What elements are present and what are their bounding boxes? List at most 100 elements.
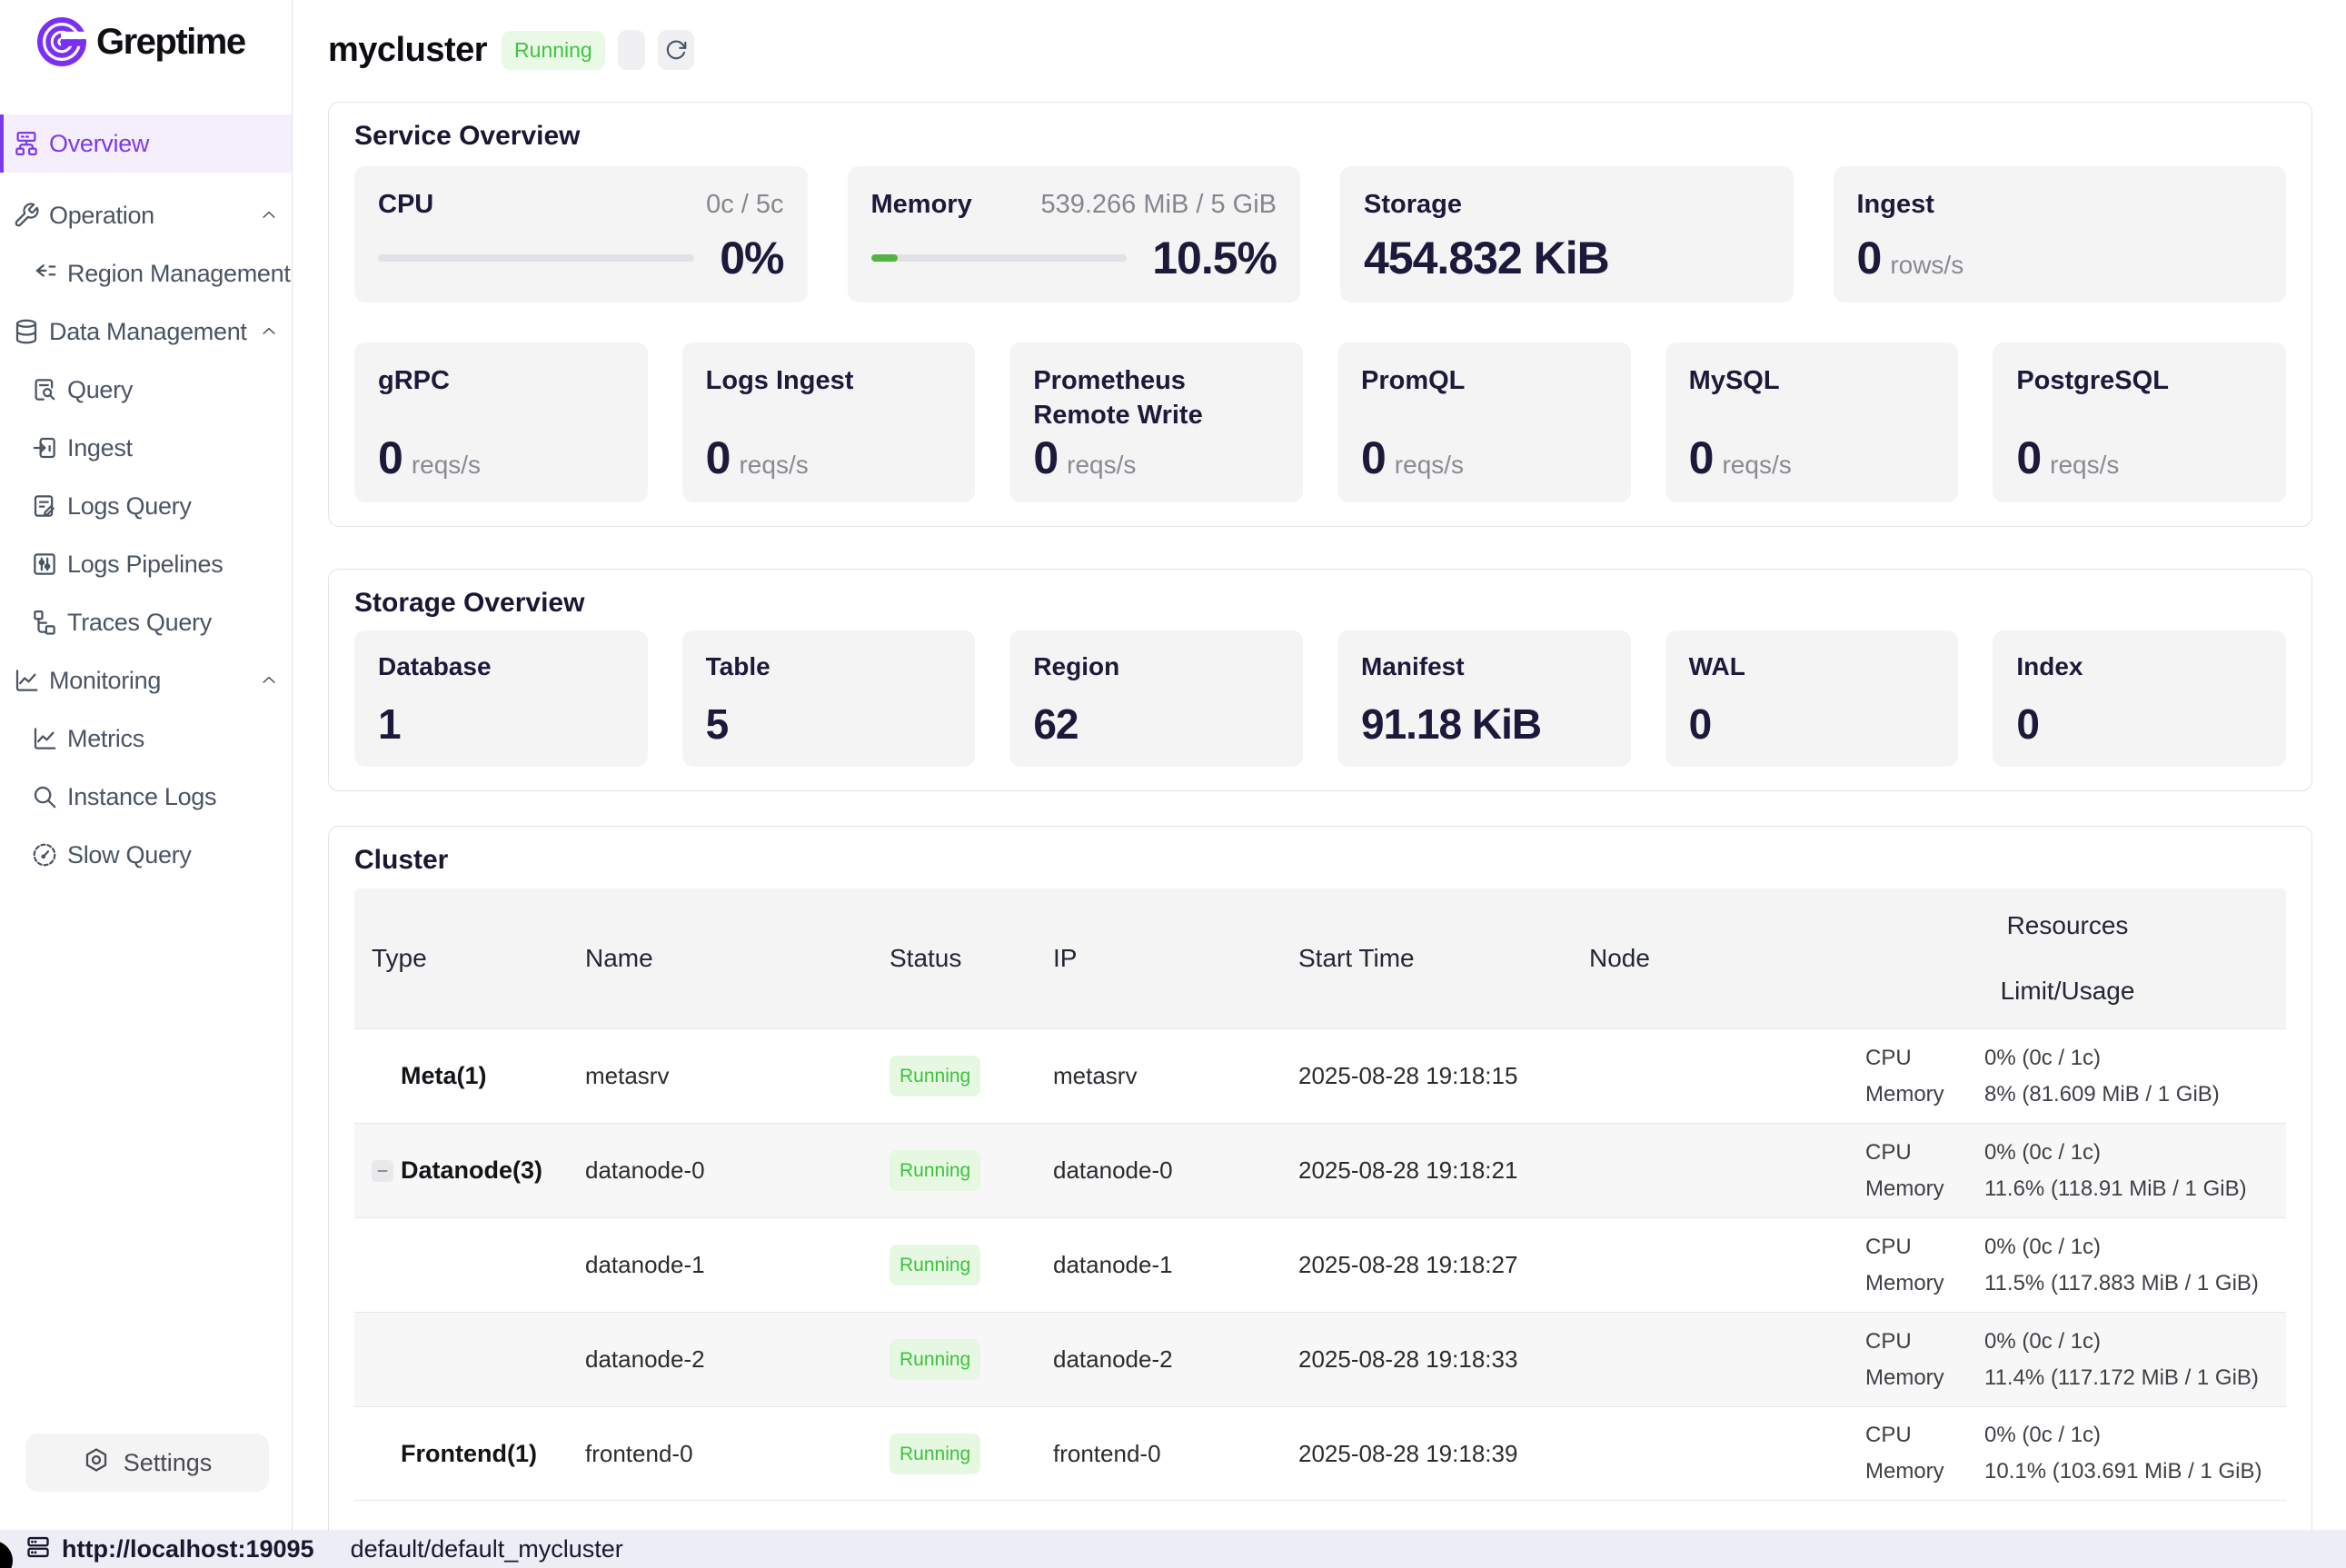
row-start-time: 2025-08-28 19:18:21 — [1286, 1156, 1576, 1185]
cluster-row-datanode-0: Datanode(3)datanode-0Runningdatanode-020… — [354, 1123, 2286, 1217]
rate-label: Prometheus Remote Write — [1033, 364, 1279, 432]
stat-tile-cpu: CPU0c / 5c0% — [354, 166, 808, 303]
service-stats-row: CPU0c / 5c0%Memory539.266 MiB / 5 GiB10.… — [354, 166, 2286, 303]
storage-tile-label: Manifest — [1361, 652, 1607, 681]
search-icon — [31, 783, 58, 810]
storage-tile-label: Region — [1033, 652, 1279, 681]
sidebar-item-metrics[interactable]: Metrics — [0, 710, 292, 768]
row-ip: datanode-0 — [1040, 1156, 1286, 1185]
sidebar-item-instance-logs[interactable]: Instance Logs — [0, 768, 292, 826]
sidebar-item-overview[interactable]: Overview — [0, 114, 292, 173]
sidebar-item-label: Operation — [49, 202, 154, 230]
cluster-row-frontend-0: Frontend(1)frontend-0Runningfrontend-020… — [354, 1406, 2286, 1501]
sidebar-item-operation[interactable]: Operation — [0, 186, 292, 244]
sidebar-item-ingest[interactable]: Ingest — [0, 419, 292, 477]
sidebar: Greptime Overview Operation Region Managem… — [0, 0, 293, 1568]
chevron-up-icon[interactable] — [260, 671, 278, 690]
refresh-button[interactable] — [658, 30, 694, 70]
brand: Greptime — [0, 0, 292, 67]
rate-value: 0 — [706, 435, 731, 481]
row-name: metasrv — [572, 1062, 877, 1090]
stat-limit: 0c / 5c — [706, 188, 783, 223]
sidebar-item-label: Ingest — [67, 434, 133, 462]
storage-tile-region: Region62 — [1009, 630, 1303, 767]
logs-pipelines-icon — [31, 551, 58, 578]
rate-unit: reqs/s — [2050, 451, 2119, 480]
chevron-up-icon[interactable] — [260, 206, 278, 224]
stat-tile-ingest: Ingest0rows/s — [1834, 166, 2287, 303]
row-start-time: 2025-08-28 19:18:33 — [1286, 1345, 1576, 1374]
row-status-badge: Running — [890, 1245, 980, 1285]
rate-label: Logs Ingest — [706, 364, 854, 399]
gauge-icon — [31, 841, 58, 868]
row-ip: datanode-1 — [1040, 1251, 1286, 1279]
sidebar-item-slow-query[interactable]: Slow Query — [0, 826, 292, 884]
stat-unit: rows/s — [1890, 251, 1963, 280]
blank-button[interactable] — [618, 30, 645, 70]
sidebar-item-label: Logs Pipelines — [67, 551, 223, 579]
service-overview-card: Service Overview CPU0c / 5c0%Memory539.2… — [328, 102, 2312, 527]
row-start-time: 2025-08-28 19:18:15 — [1286, 1062, 1576, 1090]
row-resource-labels: CPUMemory — [1849, 1329, 1981, 1391]
row-ip: datanode-2 — [1040, 1345, 1286, 1374]
logs-query-icon — [31, 492, 58, 520]
settings-button[interactable]: Settings — [25, 1434, 269, 1492]
sidebar-item-data-management[interactable]: Data Management — [0, 303, 292, 361]
row-resource-labels: CPUMemory — [1849, 1423, 1981, 1484]
sidebar-item-label: Query — [67, 376, 133, 404]
metrics-icon — [31, 725, 58, 752]
rate-value: 0 — [378, 435, 403, 481]
storage-tile-database: Database1 — [354, 630, 648, 767]
sidebar-item-traces-query[interactable]: Traces Query — [0, 593, 292, 651]
storage-tiles-row: Database1 Table 5 Region62Manifest91.18 KiB… — [354, 630, 2286, 767]
sidebar-item-label: Monitoring — [49, 667, 161, 695]
collapse-button[interactable] — [372, 1160, 393, 1182]
stat-tile-storage: Storage454.832 KiB — [1340, 166, 1794, 303]
cluster-card: Cluster Type Name Status IP Start Time N… — [328, 826, 2312, 1543]
page-title: mycluster — [328, 31, 487, 70]
row-type: Datanode(3) — [401, 1156, 542, 1185]
storage-tile-manifest: Manifest91.18 KiB — [1337, 630, 1631, 767]
settings-label: Settings — [124, 1449, 213, 1477]
rate-tile-mysql: MySQL0reqs/s — [1665, 342, 1959, 502]
rate-unit: reqs/s — [412, 451, 481, 480]
sidebar-item-label: Region Management — [67, 260, 291, 288]
sidebar-item-query[interactable]: Query — [0, 361, 292, 419]
stat-label: Storage — [1364, 188, 1462, 223]
row-resource-labels: CPUMemory — [1849, 1235, 1981, 1296]
storage-tile-table: Table 5 — [682, 630, 976, 767]
row-status-badge: Running — [890, 1056, 980, 1097]
rate-label: gRPC — [378, 364, 450, 399]
row-type: Meta(1) — [401, 1062, 487, 1090]
row-start-time: 2025-08-28 19:18:27 — [1286, 1251, 1576, 1279]
status-database: default/default_mycluster — [351, 1535, 623, 1563]
progress-bar — [378, 254, 694, 262]
rate-value: 0 — [1361, 435, 1386, 481]
storage-tile-index: Index 0 — [1993, 630, 2286, 767]
chevron-up-icon[interactable] — [260, 323, 278, 341]
sidebar-item-monitoring[interactable]: Monitoring — [0, 651, 292, 710]
storage-tile-label: Index — [2016, 652, 2262, 681]
rate-tile-grpc: gRPC 0 reqs/s — [354, 342, 648, 502]
rate-unit: reqs/s — [1067, 451, 1136, 480]
cluster-row-metasrv: Meta(1)metasrvRunningmetasrv2025-08-28 1… — [354, 1028, 2286, 1123]
server-icon — [25, 1534, 51, 1564]
row-name: datanode-0 — [572, 1156, 877, 1185]
col-resources: Resources Limit/Usage — [1849, 911, 2286, 1006]
storage-tile-value: 0 — [2016, 703, 2262, 745]
rate-label: MySQL — [1689, 364, 1780, 399]
page-header: mycluster Running — [328, 27, 2312, 73]
row-resource-values: 0% (0c / 1c)11.4% (117.172 MiB / 1 GiB) — [1981, 1329, 2286, 1391]
row-resource-values: 0% (0c / 1c)11.5% (117.883 MiB / 1 GiB) — [1981, 1235, 2286, 1296]
cluster-table-body: Meta(1)metasrvRunningmetasrv2025-08-28 1… — [354, 1028, 2286, 1501]
sidebar-item-logs-pipelines[interactable]: Logs Pipelines — [0, 535, 292, 593]
cluster-table-header: Type Name Status IP Start Time Node Reso… — [354, 888, 2286, 1028]
database-icon — [13, 318, 40, 345]
brand-name: Greptime — [96, 22, 245, 63]
storage-tile-value: 5 — [706, 703, 952, 745]
sidebar-item-logs-query[interactable]: Logs Query — [0, 477, 292, 535]
sidebar-item-region-management[interactable]: Region Management — [0, 244, 292, 303]
storage-tile-label: Table — [706, 652, 952, 681]
storage-tile-value: 1 — [378, 703, 624, 745]
stat-label: Memory — [871, 188, 972, 223]
